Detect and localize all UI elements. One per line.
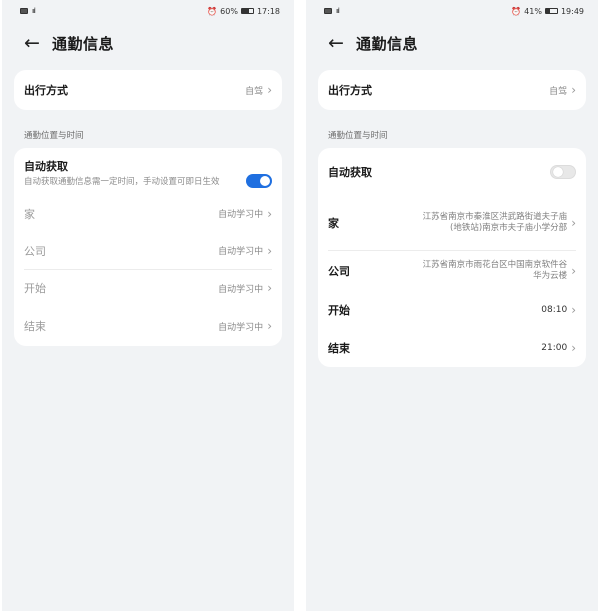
company-row[interactable]: 公司 江苏省南京市雨花台区中国南京软件谷华为云楼 › [318,251,586,291]
end-value: 自动学习中 [218,322,264,333]
alarm-icon: ⏰ [511,6,522,16]
chevron-right-icon: › [571,83,576,97]
travel-mode-row[interactable]: 出行方式 自驾 › [318,70,586,110]
battery-percent: 41% [524,6,542,16]
section-label: 通勤位置与时间 [24,131,84,141]
end-time-row[interactable]: 结束 21:00 › [318,328,586,367]
chevron-right-icon: › [267,83,272,97]
start-label: 开始 [24,282,46,295]
phone-screen-right: ııl ⏰ 41% 19:49 ← 通勤信息 出行方式 自驾 › 通勤位置与时间… [306,0,598,611]
company-row[interactable]: 公司 自动学习中 › [14,232,282,269]
chevron-right-icon: › [267,243,272,258]
end-time-row[interactable]: 结束 自动学习中 › [14,306,282,346]
battery-icon [544,8,558,14]
start-time-row[interactable]: 开始 08:10 › [318,291,586,328]
travel-mode-value: 自驾 [245,86,264,97]
chevron-right-icon: › [267,281,272,295]
chevron-right-icon: › [571,302,576,317]
auto-fetch-label: 自动获取 [24,160,68,173]
auto-fetch-row: 自动获取 [318,148,586,196]
chevron-right-icon: › [571,264,576,278]
battery-percent: 60% [220,6,238,16]
clock: 17:18 [256,6,280,16]
auto-fetch-label: 自动获取 [328,166,372,179]
start-label: 开始 [328,303,350,317]
home-label: 家 [24,207,35,221]
travel-mode-card: 出行方式 自驾 › [14,70,282,110]
page-header: ← 通勤信息 [2,22,294,64]
chevron-right-icon: › [267,206,272,221]
section-label: 通勤位置与时间 [328,131,388,141]
travel-mode-card: 出行方式 自驾 › [318,70,586,110]
home-row[interactable]: 家 江苏省南京市秦淮区洪武路街道夫子庙(地铁站)南京市夫子庙小学分部 › [318,196,586,250]
travel-mode-label: 出行方式 [328,84,372,97]
status-bar: ııl ⏰ 60% 17:18 [2,0,294,22]
commute-card: 自动获取 自动获取通勤信息需一定时间，手动设置可即日生效 家 自动学习中 › 公司… [14,148,282,346]
end-label: 结束 [24,320,46,333]
alarm-icon: ⏰ [207,6,218,16]
home-value: 自动学习中 [218,210,264,220]
company-value: 自动学习中 [218,247,264,257]
travel-mode-label: 出行方式 [24,84,68,97]
commute-card: 自动获取 家 江苏省南京市秦淮区洪武路街道夫子庙(地铁站)南京市夫子庙小学分部 ›… [318,148,586,367]
arrow-left-icon[interactable]: ← [328,33,356,53]
battery-icon [240,8,254,14]
home-address: 江苏省南京市秦淮区洪武路街道夫子庙(地铁站)南京市夫子庙小学分部 [422,211,568,234]
arrow-left-icon[interactable]: ← [24,33,52,53]
start-time-row[interactable]: 开始 自动学习中 › [14,270,282,306]
phone-screen-left: ııl ⏰ 60% 17:18 ← 通勤信息 出行方式 自驾 › 通勤位置与时间… [2,0,294,611]
auto-fetch-description: 自动获取通勤信息需一定时间，手动设置可即日生效 [24,177,220,187]
signal-icon: ııl [336,7,340,15]
start-value: 自动学习中 [218,284,264,295]
travel-mode-value: 自驾 [549,86,568,97]
auto-fetch-toggle[interactable] [246,174,272,188]
page-title: 通勤信息 [52,34,115,53]
sim-icon [324,8,332,14]
auto-fetch-toggle[interactable] [550,165,576,179]
home-label: 家 [328,217,339,230]
clock: 19:49 [560,6,584,16]
page-header: ← 通勤信息 [306,22,598,64]
status-bar: ııl ⏰ 41% 19:49 [306,0,598,22]
chevron-right-icon: › [571,340,576,355]
start-value: 08:10 [541,304,568,315]
company-label: 公司 [24,244,46,258]
sim-icon [20,8,28,14]
chevron-right-icon: › [267,319,272,333]
page-title: 通勤信息 [356,34,419,53]
end-label: 结束 [328,341,350,355]
travel-mode-row[interactable]: 出行方式 自驾 › [14,70,282,110]
signal-icon: ııl [32,7,36,15]
chevron-right-icon: › [571,216,576,230]
company-label: 公司 [328,265,350,278]
company-address: 江苏省南京市雨花台区中国南京软件谷华为云楼 [422,259,568,282]
home-row[interactable]: 家 自动学习中 › [14,195,282,232]
end-value: 21:00 [541,342,568,353]
auto-fetch-row: 自动获取 自动获取通勤信息需一定时间，手动设置可即日生效 [14,148,282,195]
